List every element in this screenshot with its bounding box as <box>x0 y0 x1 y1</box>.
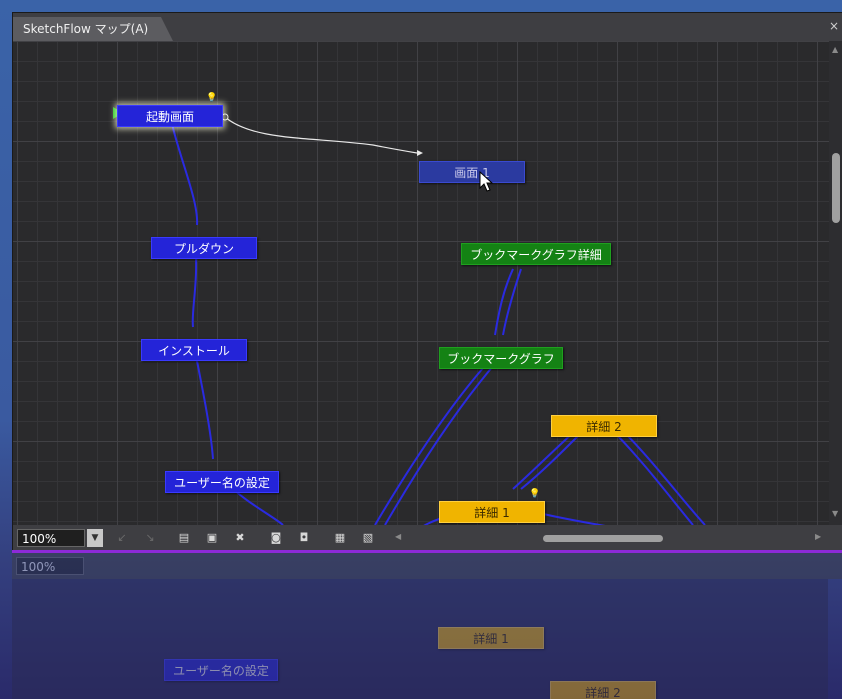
reflection-node-detail-2: 詳細 2 <box>550 681 656 699</box>
tab-sketchflow-map[interactable]: SketchFlow マップ(A) <box>13 17 173 41</box>
fit-all-icon[interactable]: ◘ <box>295 529 313 547</box>
node-detail-2[interactable]: 詳細 2 <box>551 415 657 437</box>
node-screen-1[interactable]: 画面 1 <box>419 161 525 183</box>
scroll-down-icon[interactable]: ▼ <box>832 509 838 518</box>
mouse-cursor-icon <box>479 171 493 192</box>
link-detail2-right-b <box>622 430 706 525</box>
sketchflow-map-window: SketchFlow マップ(A) × 起動画面 💡 画面 1 プルダウン イン… <box>12 12 842 552</box>
add-screen-icon[interactable]: ▤ <box>175 529 193 547</box>
link-install-username <box>194 350 214 460</box>
zoom-input[interactable]: 100% <box>17 529 85 547</box>
node-bookmark-graph[interactable]: ブックマークグラフ <box>439 347 563 369</box>
link-bookmark-detail-b <box>502 268 522 336</box>
reflection-node-detail-1: 詳細 1 <box>438 627 544 649</box>
horizontal-scrollbar[interactable]: ◀ ▶ <box>395 530 827 546</box>
link-detail2-detail1-b <box>520 430 584 490</box>
undo-icon[interactable]: ↙ <box>113 529 131 547</box>
node-username-setting[interactable]: ユーザー名の設定 <box>165 471 279 493</box>
node-start-screen[interactable]: 起動画面 <box>117 105 223 127</box>
layout-icon[interactable]: ▦ <box>331 529 349 547</box>
reflection-zoom: 100% <box>16 557 84 575</box>
lightbulb-icon: 💡 <box>206 93 218 103</box>
redo-icon[interactable]: ↘ <box>141 529 159 547</box>
link-detail1-right <box>538 512 606 525</box>
map-toolbar: 100% ▼ ↙ ↘ ▤ ▣ ✖ ◙ ◘ ▦ ▧ ◀ ▶ <box>13 525 842 551</box>
link-arrowhead <box>417 150 423 156</box>
vertical-scroll-thumb[interactable] <box>832 153 840 223</box>
close-icon[interactable]: × <box>829 19 839 33</box>
link-detail2-detail1-a <box>512 430 576 490</box>
scroll-up-icon[interactable]: ▲ <box>832 45 838 54</box>
node-bookmark-graph-detail[interactable]: ブックマークグラフ詳細 <box>461 243 611 265</box>
scroll-left-icon[interactable]: ◀ <box>395 532 401 541</box>
zoom-dropdown-icon[interactable]: ▼ <box>87 529 103 547</box>
node-detail-1[interactable]: 詳細 1 <box>439 501 545 523</box>
scroll-right-icon[interactable]: ▶ <box>815 532 821 541</box>
horizontal-scroll-thumb[interactable] <box>543 535 663 542</box>
add-component-icon[interactable]: ▣ <box>203 529 221 547</box>
map-canvas[interactable]: 起動画面 💡 画面 1 プルダウン インストール ユーザー名の設定 ブックマーク… <box>13 41 829 525</box>
window-reflection: ユーザー名の設定 詳細 1 詳細 2 100% <box>12 553 842 699</box>
tab-bar: SketchFlow マップ(A) × <box>13 13 842 41</box>
node-pulldown[interactable]: プルダウン <box>151 237 257 259</box>
visual-tag-icon[interactable]: ▧ <box>359 529 377 547</box>
delete-icon[interactable]: ✖ <box>231 529 249 547</box>
reflection-node-username: ユーザー名の設定 <box>164 659 278 681</box>
lightbulb-icon: 💡 <box>529 489 541 499</box>
node-install[interactable]: インストール <box>141 339 247 361</box>
vertical-scrollbar[interactable]: ▲ ▼ <box>829 41 842 525</box>
link-start-pulldown <box>170 118 199 226</box>
fit-selection-icon[interactable]: ◙ <box>267 529 285 547</box>
link-start-screen1 <box>224 116 418 154</box>
link-detail2-right-a <box>612 430 694 525</box>
